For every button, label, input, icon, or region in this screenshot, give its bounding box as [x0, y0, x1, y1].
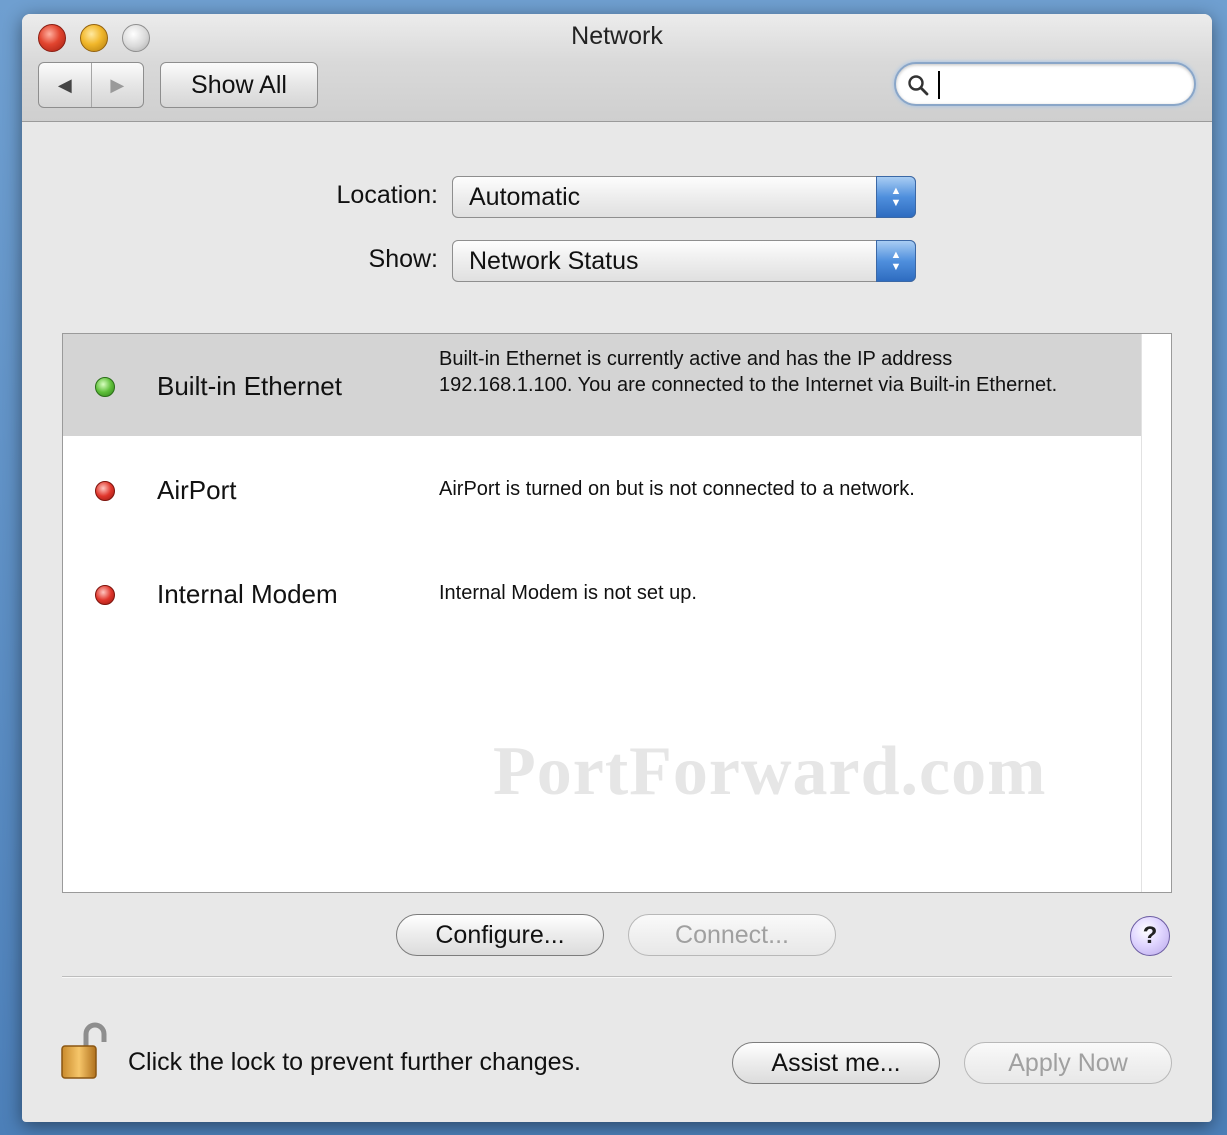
location-value: Automatic — [469, 183, 581, 211]
interface-status-text: Internal Modem is not set up. — [439, 582, 697, 604]
list-item-internal-modem[interactable]: Internal Modem Internal Modem is not set… — [63, 542, 1141, 644]
divider — [62, 976, 1172, 978]
list-item-built-in-ethernet[interactable]: Built-in Ethernet Built-in Ethernet is c… — [63, 334, 1141, 436]
assist-me-button[interactable]: Assist me... — [732, 1042, 940, 1084]
interface-status-text: Built-in Ethernet is currently active an… — [439, 348, 1058, 396]
back-arrow-icon: ◀ — [57, 74, 72, 95]
network-status-list: Built-in Ethernet Built-in Ethernet is c… — [62, 333, 1172, 893]
search-icon — [908, 75, 929, 96]
back-forward-control: ◀ ▶ — [38, 62, 144, 108]
show-popup[interactable]: Network Status ▲ ▼ — [452, 240, 916, 282]
interface-name: AirPort — [157, 475, 237, 505]
location-popup[interactable]: Automatic ▲ ▼ — [452, 176, 916, 218]
forward-button[interactable]: ▶ — [92, 63, 144, 107]
status-red-icon — [95, 481, 115, 501]
window-title: Network — [571, 22, 663, 50]
status-red-icon — [95, 585, 115, 605]
watermark: PortForward.com — [493, 733, 1047, 810]
unlocked-padlock-icon[interactable] — [60, 1020, 112, 1080]
search-field[interactable] — [894, 62, 1196, 106]
network-preferences-window: Network ◀ ▶ Show All Location: Automatic… — [22, 14, 1212, 1122]
apply-now-button[interactable]: Apply Now — [964, 1042, 1172, 1084]
title-bar: Network ◀ ▶ Show All — [22, 14, 1212, 122]
show-all-button[interactable]: Show All — [160, 62, 318, 108]
lock-message: Click the lock to prevent further change… — [128, 1048, 582, 1076]
interface-name: Built-in Ethernet — [157, 371, 342, 401]
configure-button[interactable]: Configure... — [396, 914, 604, 956]
help-button[interactable]: ? — [1130, 916, 1170, 956]
forward-arrow-icon: ▶ — [110, 74, 125, 95]
list-item-airport[interactable]: AirPort AirPort is turned on but is not … — [63, 438, 1141, 540]
show-label: Show: — [368, 245, 438, 273]
location-label: Location: — [336, 181, 438, 209]
back-button[interactable]: ◀ — [39, 63, 92, 107]
popup-arrows-icon: ▲ ▼ — [876, 240, 916, 282]
status-green-icon — [95, 377, 115, 397]
connect-button[interactable]: Connect... — [628, 914, 836, 956]
interface-name: Internal Modem — [157, 579, 338, 609]
interface-status-text: AirPort is turned on but is not connecte… — [439, 478, 915, 500]
search-input[interactable] — [936, 70, 1176, 98]
list-scrollbar[interactable] — [1141, 334, 1171, 892]
show-value: Network Status — [469, 247, 639, 275]
popup-arrows-icon: ▲ ▼ — [876, 176, 916, 218]
text-cursor — [938, 71, 940, 99]
